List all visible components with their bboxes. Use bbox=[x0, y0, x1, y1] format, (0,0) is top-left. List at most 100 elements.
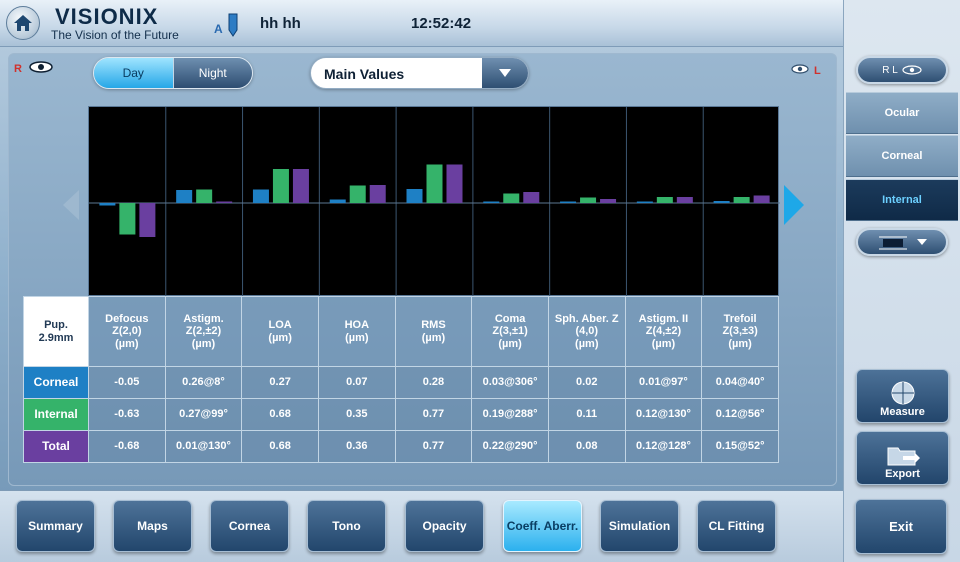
table-cell: 0.03@306° bbox=[471, 366, 549, 399]
table-cell: 0.12@128° bbox=[624, 430, 703, 463]
view-mode-selector[interactable] bbox=[856, 228, 948, 256]
chart-bar-total bbox=[600, 199, 617, 203]
col-label: Defocus bbox=[105, 312, 149, 325]
col-unit: (µm) bbox=[421, 331, 446, 344]
col-label: Astigm. bbox=[183, 312, 224, 325]
table-cell: 0.19@288° bbox=[471, 398, 549, 431]
col-astigm2-header: Astigm. II Z(4,±2) (µm) bbox=[624, 296, 703, 367]
brand-logo: VISIONIX bbox=[55, 4, 159, 29]
chart-bar-total bbox=[139, 203, 156, 237]
night-button[interactable]: Night bbox=[172, 58, 252, 88]
chart-mode-icon bbox=[879, 236, 907, 250]
chart-bar-internal bbox=[503, 193, 520, 203]
table-cell: 0.77 bbox=[394, 398, 473, 431]
table-cell: 0.36 bbox=[317, 430, 396, 463]
header-bar: VISIONIX The Vision of the Future A hh h… bbox=[0, 0, 843, 47]
table-cell: 0.22@290° bbox=[471, 430, 549, 463]
eye-icon bbox=[902, 65, 922, 75]
table-cell: 0.27@99° bbox=[164, 398, 243, 431]
chart-bar-internal bbox=[349, 185, 366, 203]
table-cell: 0.26@8° bbox=[164, 366, 243, 399]
export-button[interactable]: Export bbox=[856, 431, 949, 485]
next-arrow-icon[interactable] bbox=[780, 183, 806, 227]
chevron-down-icon bbox=[917, 239, 927, 245]
chart-bar-total bbox=[216, 201, 233, 203]
table-cell: 0.35 bbox=[317, 398, 396, 431]
table-cell: -0.05 bbox=[88, 366, 166, 399]
dropdown-value: Main Values bbox=[324, 66, 405, 82]
col-sub: Z(2,0) bbox=[112, 325, 142, 338]
col-sub: Z(4,±2) bbox=[645, 325, 682, 338]
pupil-header: Pup. 2.9mm bbox=[23, 296, 89, 367]
nav-cl-fitting-button[interactable]: CL Fitting bbox=[697, 500, 776, 552]
chart-bar-total bbox=[369, 185, 386, 203]
col-loa-header: LOA (µm) bbox=[241, 296, 319, 367]
values-dropdown[interactable]: Main Values bbox=[310, 57, 529, 89]
nav-opacity-button[interactable]: Opacity bbox=[405, 500, 484, 552]
tab-corneal[interactable]: Corneal bbox=[846, 135, 958, 177]
chart-bar-corneal bbox=[713, 201, 730, 203]
row-label: Internal bbox=[23, 398, 89, 431]
col-trefoil-header: Trefoil Z(3,±3) (µm) bbox=[701, 296, 779, 367]
col-defocus-header: Defocus Z(2,0) (µm) bbox=[88, 296, 166, 367]
nav-maps-button[interactable]: Maps bbox=[113, 500, 192, 552]
eye-selector-label: R L bbox=[882, 64, 898, 76]
table-cell: 0.15@52° bbox=[701, 430, 779, 463]
eye-icon bbox=[791, 64, 809, 74]
col-coma-header: Coma Z(3,±1) (µm) bbox=[471, 296, 549, 367]
table-row: Internal -0.63 0.27@99° 0.68 0.35 0.77 0.19@28… bbox=[23, 398, 779, 431]
nav-simulation-button[interactable]: Simulation bbox=[600, 500, 679, 552]
col-label: Sph. Aber. Z bbox=[554, 312, 619, 325]
tab-ocular[interactable]: Ocular bbox=[846, 92, 958, 134]
chart-svg bbox=[89, 107, 780, 297]
table-cell: 0.68 bbox=[241, 430, 319, 463]
table-cell: 0.27 bbox=[241, 366, 319, 399]
col-label: Astigm. II bbox=[638, 312, 689, 325]
chart-bar-total bbox=[523, 192, 540, 203]
measure-button[interactable]: Measure bbox=[856, 369, 949, 423]
col-label: RMS bbox=[421, 318, 446, 331]
col-astigm-header: Astigm. Z(2,±2) (µm) bbox=[164, 296, 243, 367]
col-hoa-header: HOA (µm) bbox=[317, 296, 396, 367]
folder-export-icon bbox=[887, 447, 920, 466]
brand-tagline: The Vision of the Future bbox=[51, 28, 179, 42]
col-unit: (µm) bbox=[728, 337, 752, 350]
user-letter: A bbox=[214, 22, 223, 36]
col-unit: (µm) bbox=[115, 337, 139, 350]
table-cell: 0.02 bbox=[547, 366, 626, 399]
exit-button[interactable]: Exit bbox=[855, 499, 947, 554]
table-cell: 0.28 bbox=[394, 366, 473, 399]
table-cell: -0.68 bbox=[88, 430, 166, 463]
table-cell: 0.12@130° bbox=[624, 398, 703, 431]
chart-bar-internal bbox=[580, 197, 597, 203]
bottom-nav-bar: Summary Maps Cornea Tono Opacity Coeff. … bbox=[0, 490, 843, 562]
col-sub: Z(2,±2) bbox=[185, 325, 222, 338]
day-button[interactable]: Day bbox=[94, 58, 173, 88]
nav-coeff-aberr-button[interactable]: Coeff. Aberr. bbox=[503, 500, 582, 552]
dropdown-arrow[interactable] bbox=[482, 58, 528, 88]
nav-cornea-button[interactable]: Cornea bbox=[210, 500, 289, 552]
chart-bar-internal bbox=[426, 164, 443, 203]
tab-internal[interactable]: Internal bbox=[846, 179, 958, 221]
col-unit: (µm) bbox=[498, 337, 522, 350]
chart-bar-corneal bbox=[176, 190, 193, 203]
home-button[interactable] bbox=[6, 6, 40, 40]
nav-tono-button[interactable]: Tono bbox=[307, 500, 386, 552]
table-cell: 0.68 bbox=[241, 398, 319, 431]
day-night-toggle: Day Night bbox=[93, 57, 253, 89]
left-eye-label: L bbox=[814, 65, 821, 77]
chart-bar-internal bbox=[733, 197, 750, 203]
table-cell: 0.08 bbox=[547, 430, 626, 463]
table-row: Total -0.68 0.01@130° 0.68 0.36 0.77 0.22@290°… bbox=[23, 430, 779, 463]
nav-summary-button[interactable]: Summary bbox=[16, 500, 95, 552]
row-label: Corneal bbox=[23, 366, 89, 399]
chart-bar-corneal bbox=[636, 201, 653, 203]
user-badge[interactable]: A bbox=[214, 12, 242, 38]
col-sub: Z(3,±3) bbox=[722, 325, 758, 338]
clock: 12:52:42 bbox=[411, 15, 472, 32]
user-name: hh hh bbox=[260, 15, 301, 32]
table-cell: 0.04@40° bbox=[701, 366, 779, 399]
table-row: Corneal -0.05 0.26@8° 0.27 0.07 0.28 0.03@306°… bbox=[23, 366, 779, 399]
previous-arrow-icon[interactable] bbox=[59, 188, 81, 222]
eye-selector[interactable]: R L bbox=[856, 56, 948, 84]
